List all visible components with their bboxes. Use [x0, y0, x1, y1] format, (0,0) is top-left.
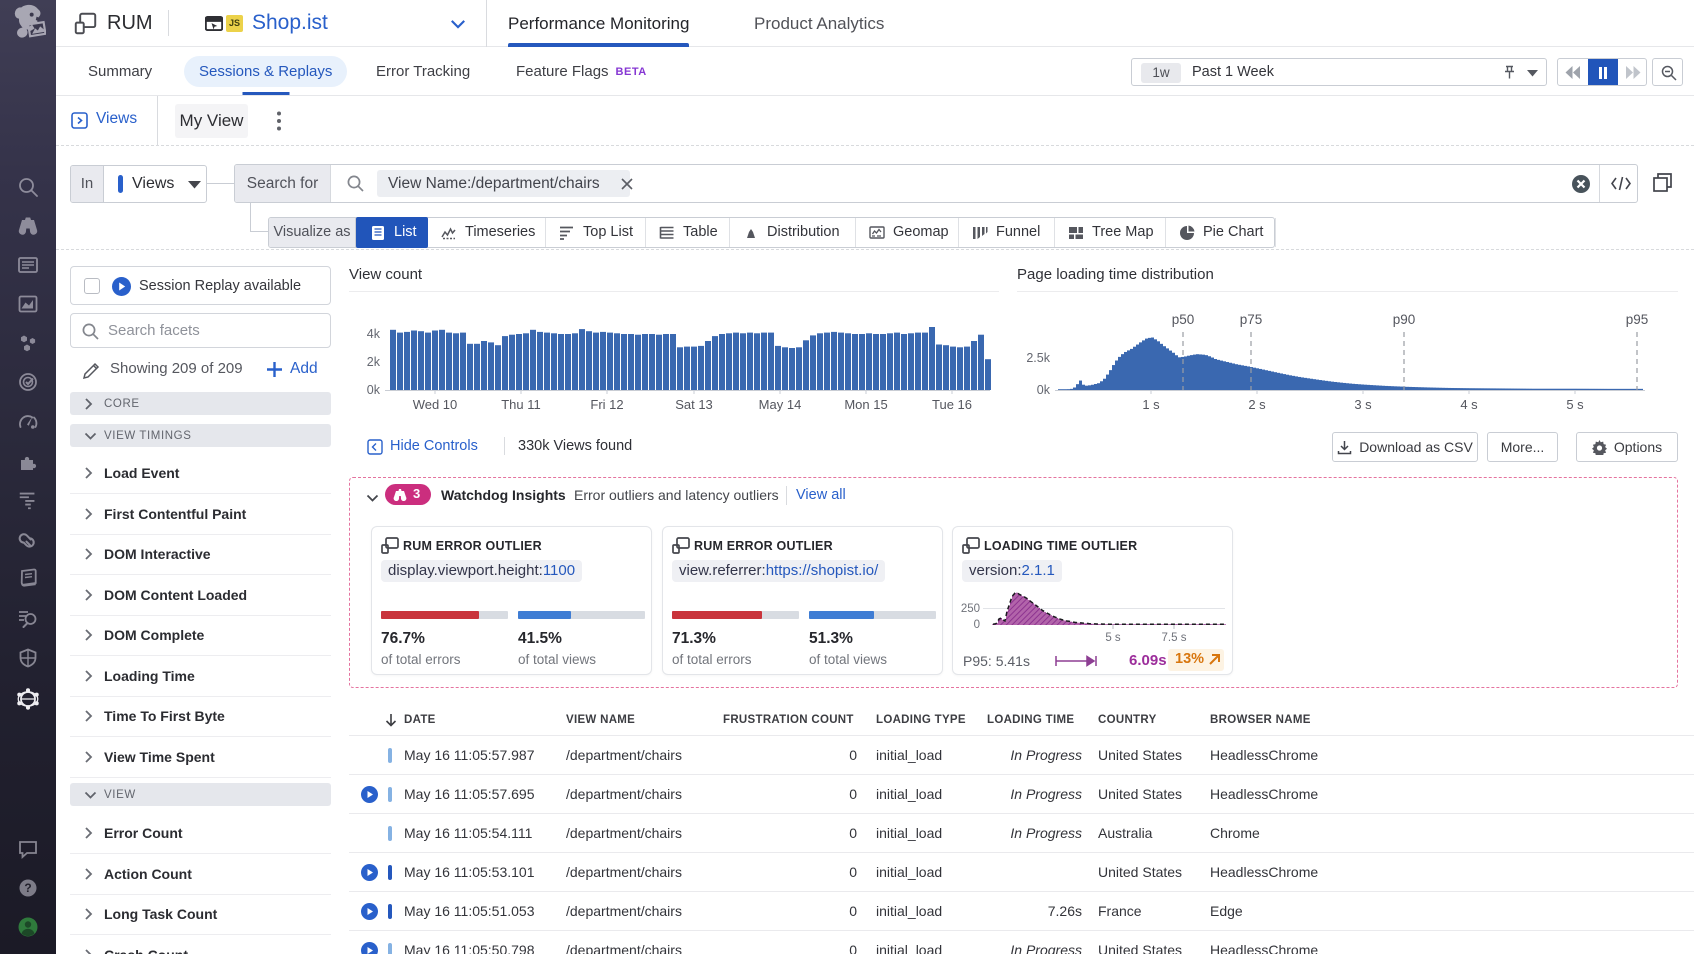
svg-text:5 s: 5 s	[1105, 632, 1121, 644]
svg-text:p90: p90	[1393, 312, 1416, 327]
svg-text:2.5k: 2.5k	[1026, 351, 1050, 365]
svg-text:0: 0	[974, 619, 980, 631]
svg-text:p95: p95	[1626, 312, 1649, 327]
svg-text:Sat 13: Sat 13	[675, 397, 713, 412]
svg-text:Fri 12: Fri 12	[590, 397, 623, 412]
svg-text:0k: 0k	[367, 383, 381, 397]
svg-text:2 s: 2 s	[1248, 397, 1266, 412]
svg-text:?: ?	[24, 881, 31, 895]
svg-text:4 s: 4 s	[1460, 397, 1478, 412]
svg-text:3 s: 3 s	[1354, 397, 1372, 412]
svg-text:Wed 10: Wed 10	[413, 397, 458, 412]
svg-text:Mon 15: Mon 15	[844, 397, 887, 412]
svg-text:2k: 2k	[367, 355, 381, 369]
svg-text:Thu 11: Thu 11	[501, 397, 541, 412]
svg-text:7.5 s: 7.5 s	[1162, 632, 1187, 644]
svg-text:0k: 0k	[1037, 383, 1051, 397]
svg-text:p50: p50	[1172, 312, 1195, 327]
svg-text:5 s: 5 s	[1566, 397, 1584, 412]
svg-text:Tue 16: Tue 16	[932, 397, 972, 412]
svg-text:1 s: 1 s	[1142, 397, 1160, 412]
svg-text:May 14: May 14	[759, 397, 802, 412]
svg-text:p75: p75	[1240, 312, 1263, 327]
svg-text:4k: 4k	[367, 327, 381, 341]
svg-text:250: 250	[961, 603, 980, 615]
